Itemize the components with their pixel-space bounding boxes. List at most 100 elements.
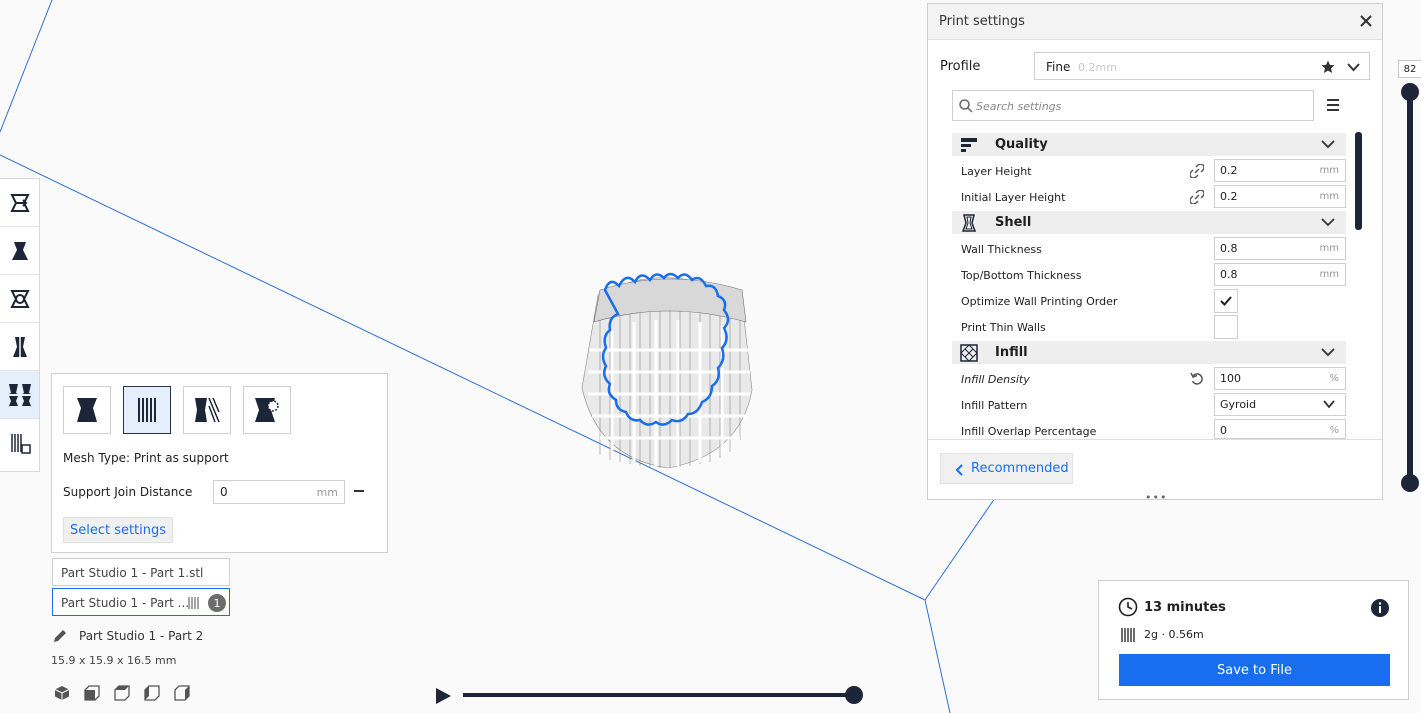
- category-label: Infill: [995, 345, 1028, 360]
- wall-thickness-field[interactable]: 0.8 mm: [1214, 237, 1346, 260]
- star-icon[interactable]: [1321, 60, 1335, 74]
- per-model-settings-tool-button[interactable]: [0, 371, 39, 419]
- mesh-type-print-as-support-button[interactable]: [123, 386, 171, 434]
- simulation-slider-track[interactable]: [463, 693, 855, 697]
- divider: [928, 439, 1382, 440]
- category-infill[interactable]: Infill: [952, 341, 1346, 364]
- chevron-down-icon: [1323, 400, 1335, 409]
- top-bottom-thickness-field[interactable]: 0.8 mm: [1214, 263, 1346, 286]
- modify-settings-overlaps-icon: [255, 398, 279, 422]
- print-settings-title: Print settings: [939, 14, 1025, 29]
- mesh-type-normal-button[interactable]: [63, 386, 111, 434]
- support-blocker-tool-button[interactable]: [0, 419, 39, 467]
- recommended-label: Recommended: [971, 461, 1069, 476]
- view-3d-icon[interactable]: [54, 685, 70, 701]
- mirror-icon: [12, 334, 27, 359]
- object-dimensions: 15.9 x 15.9 x 16.5 mm: [51, 654, 177, 667]
- mirror-tool-button[interactable]: [0, 323, 39, 371]
- close-button[interactable]: [1357, 12, 1375, 30]
- profile-layer-height: 0.2mm: [1078, 61, 1117, 74]
- layer-slider-bottom-handle[interactable]: [1401, 474, 1419, 492]
- mesh-type-dont-support-overlaps-button[interactable]: [183, 386, 231, 434]
- infill-pattern-select[interactable]: Gyroid: [1214, 393, 1346, 416]
- support-join-distance-unit: mm: [316, 486, 338, 499]
- setting-unit: mm: [1319, 243, 1339, 254]
- initial-layer-height-field[interactable]: 0.2 mm: [1214, 185, 1346, 208]
- move-tool-button[interactable]: [0, 179, 39, 227]
- setting-label: Infill Pattern: [961, 399, 1028, 412]
- normal-model-icon: [77, 398, 97, 422]
- setting-label: Initial Layer Height: [961, 191, 1066, 204]
- support-blocker-icon: [10, 434, 31, 454]
- select-settings-button[interactable]: Select settings: [63, 517, 173, 543]
- layer-slider-track[interactable]: [1407, 92, 1413, 483]
- scale-icon: [11, 241, 28, 260]
- settings-scrollbar[interactable]: [1355, 132, 1362, 230]
- setting-unit: mm: [1319, 269, 1339, 280]
- infill-overlap-field[interactable]: 0 %: [1214, 419, 1346, 439]
- layer-height-field[interactable]: 0.2 mm: [1214, 159, 1346, 182]
- save-to-file-button[interactable]: Save to File: [1119, 654, 1390, 686]
- profile-select[interactable]: Fine 0.2mm: [1034, 52, 1370, 80]
- print-thin-walls-checkbox[interactable]: [1214, 315, 1238, 339]
- setting-value: 0.2: [1220, 164, 1238, 177]
- link-icon[interactable]: [1190, 164, 1204, 178]
- setting-value: Gyroid: [1220, 398, 1257, 411]
- setting-label: Top/Bottom Thickness: [961, 269, 1082, 282]
- setting-unit: mm: [1319, 165, 1339, 176]
- hamburger-menu-icon[interactable]: [1326, 99, 1340, 111]
- sliced-model[interactable]: [581, 272, 753, 469]
- layer-slider-top-handle[interactable]: [1401, 83, 1419, 101]
- object-list-item-selected[interactable]: Part Studio 1 - Part ...: [52, 588, 230, 616]
- chevron-down-icon: [1347, 63, 1360, 72]
- chevron-down-icon: [1321, 140, 1335, 149]
- category-quality[interactable]: Quality: [952, 133, 1346, 156]
- dont-support-overlaps-icon: [195, 397, 220, 423]
- search-placeholder: Search settings: [976, 100, 1062, 113]
- category-label: Quality: [995, 137, 1048, 152]
- rotate-tool-button[interactable]: [0, 275, 39, 323]
- remove-setting-icon[interactable]: [354, 490, 364, 492]
- chevron-down-icon: [1321, 348, 1335, 357]
- search-icon: [959, 99, 973, 113]
- view-top-icon[interactable]: [114, 685, 130, 701]
- layer-number-field[interactable]: 82: [1398, 60, 1421, 78]
- print-as-support-icon: [138, 398, 156, 422]
- support-join-distance-field[interactable]: 0 mm: [213, 480, 345, 504]
- setting-label: Print Thin Walls: [961, 321, 1046, 334]
- search-settings-input[interactable]: Search settings: [952, 90, 1314, 121]
- setting-value: 0: [1220, 424, 1227, 437]
- scale-tool-button[interactable]: [0, 227, 39, 275]
- print-estimate-panel: 13 minutes 2g · 0.56m Save to File: [1098, 580, 1409, 700]
- category-label: Shell: [995, 215, 1032, 230]
- per-model-settings-icon: [8, 383, 31, 406]
- view-right-icon[interactable]: [174, 685, 190, 701]
- setting-label: Wall Thickness: [961, 243, 1042, 256]
- mesh-type-modify-overlaps-button[interactable]: [243, 386, 291, 434]
- recommended-button[interactable]: Recommended: [940, 453, 1073, 484]
- setting-label: Infill Density: [961, 373, 1030, 386]
- view-front-icon[interactable]: [84, 685, 100, 701]
- setting-unit: mm: [1319, 191, 1339, 202]
- print-settings-panel: Print settings Profile Fine 0.2mm Search…: [927, 3, 1383, 504]
- link-icon[interactable]: [1190, 190, 1204, 204]
- simulation-slider-handle[interactable]: [845, 686, 863, 704]
- setting-label: Optimize Wall Printing Order: [961, 295, 1118, 308]
- checkmark-icon: [1220, 296, 1232, 306]
- resize-handle[interactable]: •••: [1145, 491, 1167, 504]
- quality-icon: [961, 138, 977, 152]
- infill-density-field[interactable]: 100 %: [1214, 367, 1346, 390]
- optimize-wall-order-checkbox[interactable]: [1214, 289, 1238, 313]
- chevron-down-icon: [1321, 218, 1335, 227]
- info-icon[interactable]: [1370, 598, 1390, 618]
- pencil-icon[interactable]: [52, 628, 68, 644]
- reset-icon[interactable]: [1190, 372, 1204, 386]
- setting-unit: %: [1329, 373, 1339, 384]
- setting-label: Infill Overlap Percentage: [961, 425, 1097, 438]
- view-left-icon[interactable]: [144, 685, 160, 701]
- object-list-item[interactable]: Part Studio 1 - Part 1.stl: [52, 558, 230, 586]
- current-object-name: Part Studio 1 - Part 2: [79, 629, 204, 643]
- clock-icon: [1118, 597, 1138, 617]
- category-shell[interactable]: Shell: [952, 211, 1346, 234]
- play-icon[interactable]: [434, 687, 452, 705]
